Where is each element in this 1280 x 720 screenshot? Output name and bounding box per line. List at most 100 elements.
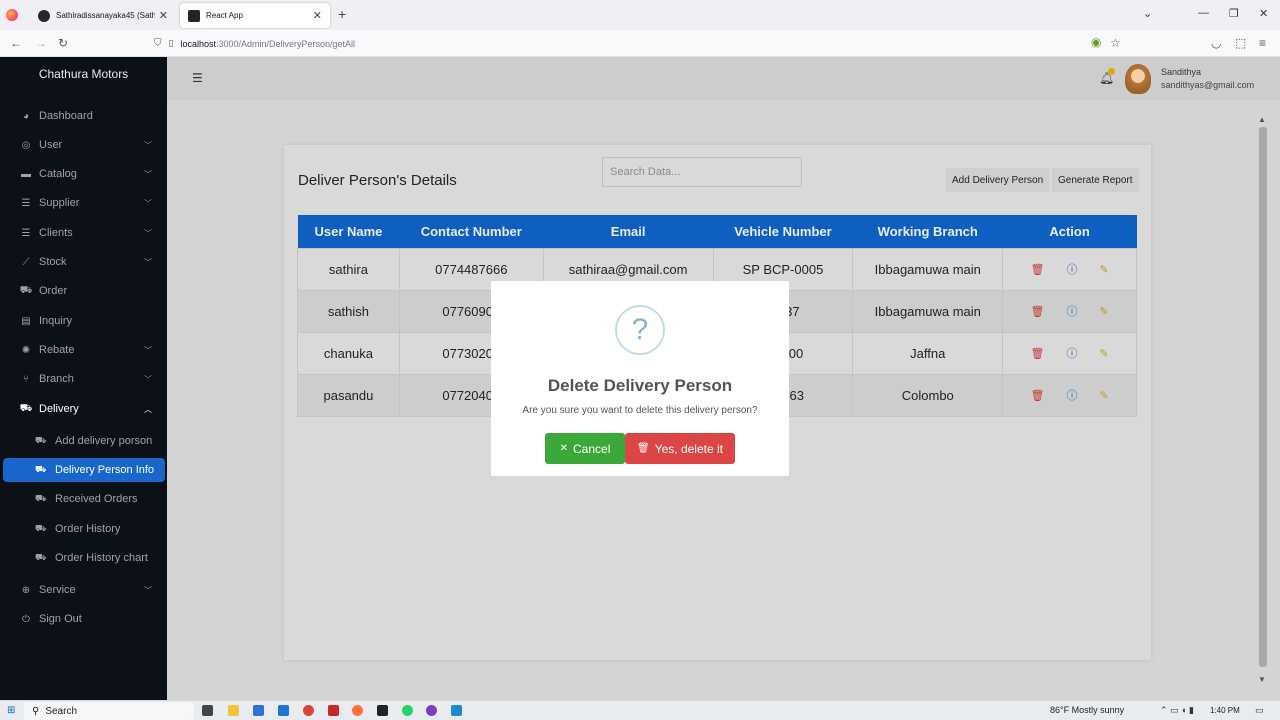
cell-working-branch: Ibbagamuwa main: [852, 289, 1004, 333]
sidebar-sub-received-orders[interactable]: ⛟ Received Orders: [3, 487, 165, 511]
scroll-down-icon[interactable]: ▼: [1258, 675, 1266, 684]
search-input[interactable]: [602, 157, 802, 187]
sidebar-item-label: Clients: [39, 227, 73, 239]
close-icon[interactable]: ✕: [313, 9, 322, 22]
sidebar-item-inquiry[interactable]: ▤ Inquiry: [0, 309, 167, 333]
column-header: Vehicle Number: [713, 215, 853, 248]
sidebar-item-clients[interactable]: ☰ Clients ﹀: [0, 221, 167, 245]
notification-badge: [1108, 68, 1115, 75]
confirm-delete-button[interactable]: 🗑︎ Yes, delete it: [625, 433, 735, 464]
info-icon[interactable]: ⓘ: [1066, 261, 1077, 277]
forward-arrow-icon[interactable]: →: [35, 36, 47, 50]
clock[interactable]: 1:40 PM: [1210, 706, 1240, 715]
store-icon[interactable]: [253, 705, 264, 716]
scroll-up-icon[interactable]: ▲: [1258, 115, 1266, 124]
pocket-icon[interactable]: ◡: [1211, 36, 1221, 50]
question-icon: ?: [615, 305, 665, 355]
chevron-down-icon: ﹀: [144, 198, 152, 208]
firefox-icon[interactable]: [6, 9, 18, 21]
sidebar-sub-delivery-person-info[interactable]: ⛟ Delivery Person Info: [3, 458, 165, 482]
edit-pencil-icon[interactable]: ✎: [1099, 347, 1108, 360]
taskbar-search[interactable]: ⚲ Search: [24, 702, 194, 720]
edit-pencil-icon[interactable]: ✎: [1099, 305, 1108, 318]
sidebar-item-label: Rebate: [39, 344, 75, 356]
sidebar-item-rebate[interactable]: ✺ Rebate ﹀: [0, 338, 167, 362]
sidebar-item-user[interactable]: ◎ User ﹀: [0, 133, 167, 157]
sidebar-sub-add-delivery-person[interactable]: ⛟ Add delivery porson: [3, 429, 165, 453]
close-icon[interactable]: ✕: [159, 9, 168, 22]
add-delivery-person-button[interactable]: Add Delivery Person: [946, 168, 1050, 192]
truck-icon: ⛟: [35, 493, 47, 503]
extension-icon[interactable]: ◉: [1091, 35, 1101, 49]
tab-label: Sathiradissanayaka45 (Sathira D: [56, 11, 155, 20]
info-icon[interactable]: ⓘ: [1066, 303, 1077, 319]
info-icon[interactable]: ⓘ: [1066, 345, 1077, 361]
sidebar-item-catalog[interactable]: ▬ Catalog ﹀: [0, 162, 167, 186]
chevron-down-icon: ﹀: [144, 257, 152, 267]
trash-icon[interactable]: 🗑︎: [1030, 389, 1044, 402]
tab-list-chevron-icon[interactable]: ⌄: [1143, 7, 1152, 20]
whatsapp-icon[interactable]: [402, 705, 413, 716]
bookmark-star-icon[interactable]: ☆: [1110, 36, 1121, 50]
trash-icon[interactable]: 🗑︎: [1030, 305, 1044, 318]
tab-react-app[interactable]: React App ✕: [180, 3, 330, 28]
new-tab-button[interactable]: +: [338, 6, 346, 22]
window-close-icon[interactable]: ✕: [1259, 7, 1268, 20]
terminal-icon[interactable]: [377, 705, 388, 716]
generate-report-button[interactable]: Generate Report: [1052, 168, 1139, 192]
sidebar-sub-order-history[interactable]: ⛟ Order History: [3, 517, 165, 541]
info-icon[interactable]: ⓘ: [1066, 387, 1077, 403]
reload-icon[interactable]: ↻: [58, 36, 68, 50]
sidebar-sub-label: Order History: [55, 523, 121, 535]
extensions-icon[interactable]: ⬚: [1235, 36, 1246, 50]
trash-icon[interactable]: 🗑︎: [1030, 347, 1044, 360]
menu-icon[interactable]: ≡: [1259, 36, 1266, 50]
cart-icon: ⛟: [19, 284, 33, 296]
cell-actions: 🗑︎ ⓘ ✎: [1002, 247, 1137, 291]
sidebar-item-supplier[interactable]: ☰ Supplier ﹀: [0, 191, 167, 215]
restore-icon[interactable]: ❐: [1229, 7, 1239, 20]
github-icon: [38, 9, 50, 22]
scroll-thumb[interactable]: [1259, 127, 1267, 667]
avatar[interactable]: [1125, 64, 1151, 94]
address-bar[interactable]: ⛉ ▯ localhost:3000/Admin/DeliveryPerson/…: [154, 33, 1126, 54]
sidebar-item-order[interactable]: ⛟ Order: [0, 279, 167, 303]
edit-pencil-icon[interactable]: ✎: [1099, 263, 1108, 276]
globe-icon: ⊕: [21, 584, 31, 596]
cancel-button[interactable]: ✕ Cancel: [545, 433, 625, 464]
sidebar-item-dashboard[interactable]: ◕ Dashboard: [0, 104, 167, 128]
sidebar-item-delivery[interactable]: ⛟ Delivery ︿: [0, 397, 167, 421]
chevron-down-icon: ﹀: [144, 140, 152, 150]
confirm-button-label: Yes, delete it: [654, 441, 723, 456]
weather-widget[interactable]: 86°F Mostly sunny: [1050, 705, 1124, 715]
sidebar-item-sign-out[interactable]: ⏻ Sign Out: [0, 607, 167, 631]
cancel-button-label: Cancel: [573, 441, 611, 456]
search-icon: ⚲: [32, 705, 40, 717]
minimize-icon[interactable]: —: [1198, 7, 1209, 19]
sidebar-item-label: Sign Out: [39, 613, 82, 625]
trash-icon[interactable]: 🗑︎: [1030, 263, 1044, 276]
sidebar-item-service[interactable]: ⊕ Service ﹀: [0, 578, 167, 602]
menu-toggle-icon[interactable]: ☰: [192, 71, 203, 85]
shield-icon[interactable]: ⛉: [154, 38, 162, 49]
system-tray-icons[interactable]: ⌃ ▭ ◖ ▮: [1160, 705, 1194, 716]
vscode-icon[interactable]: [451, 705, 462, 716]
task-view-icon[interactable]: [202, 705, 213, 716]
notification-center-icon[interactable]: ▭: [1255, 705, 1264, 716]
tab-github[interactable]: Sathiradissanayaka45 (Sathira D ✕: [30, 3, 176, 28]
mail-icon[interactable]: [278, 705, 289, 716]
windows-start-icon[interactable]: ⊞: [7, 705, 15, 716]
sidebar-sub-order-history-chart[interactable]: ⛟ Order History chart: [3, 546, 165, 570]
edit-pencil-icon[interactable]: ✎: [1099, 389, 1108, 402]
sidebar-item-branch[interactable]: ⑂ Branch ﹀: [0, 367, 167, 391]
firefox-taskbar-icon[interactable]: [352, 705, 363, 716]
chrome-icon[interactable]: [303, 705, 314, 716]
file-explorer-icon[interactable]: [228, 705, 239, 716]
github-desktop-icon[interactable]: [426, 705, 437, 716]
page-info-icon[interactable]: ▯: [169, 38, 174, 49]
sidebar-item-stock[interactable]: ⟋ Stock ﹀: [0, 250, 167, 274]
page-scrollbar[interactable]: ▲ ▼: [1256, 115, 1270, 687]
url-path: :3000/Admin/DeliveryPerson/getAll: [215, 38, 356, 49]
app-icon[interactable]: [328, 705, 339, 716]
back-arrow-icon[interactable]: ←: [10, 36, 22, 50]
